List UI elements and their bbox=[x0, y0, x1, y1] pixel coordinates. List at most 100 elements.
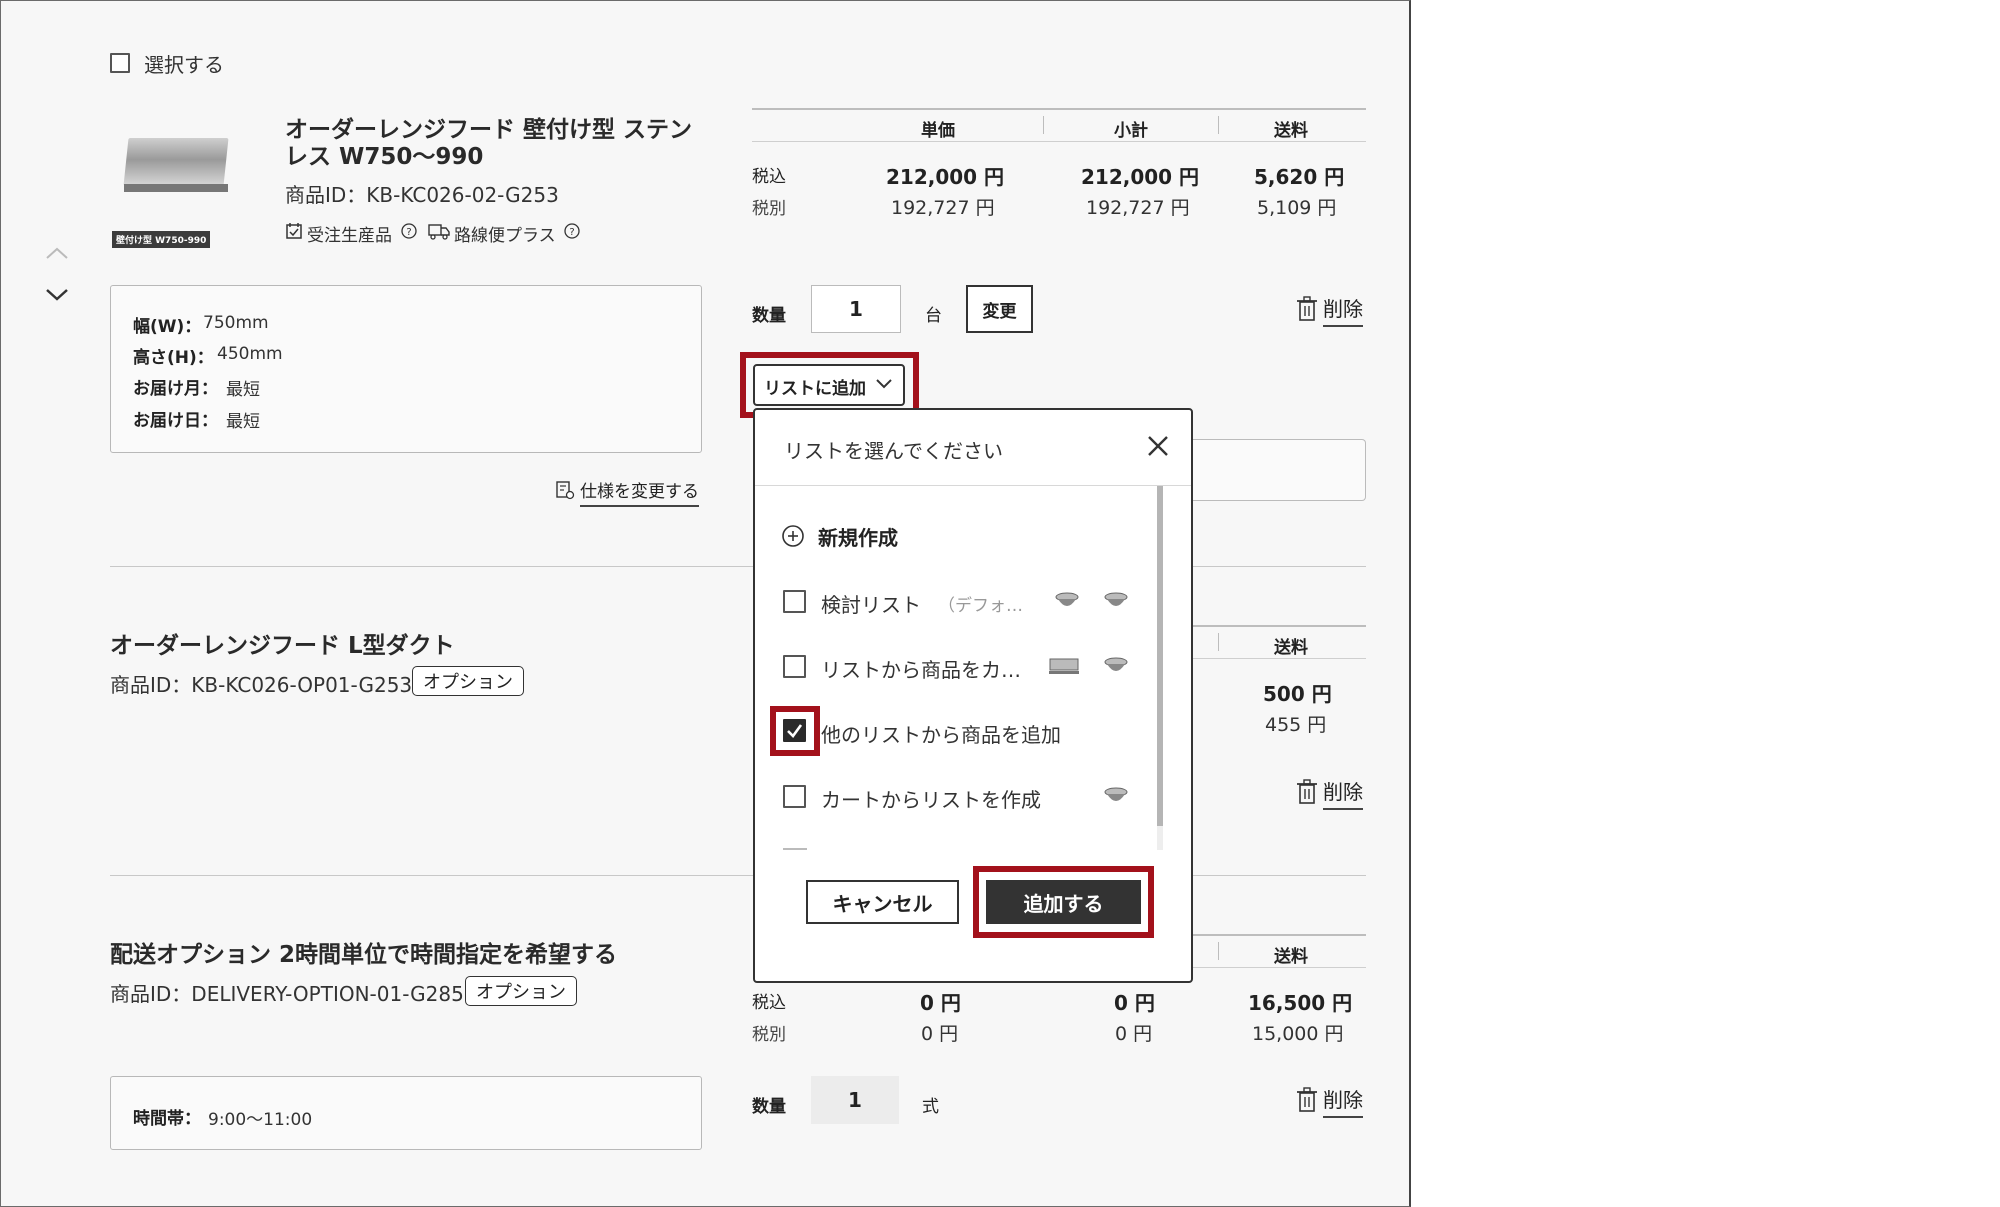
shipping-header: 送料 bbox=[1274, 638, 1308, 658]
list-checkbox[interactable] bbox=[783, 785, 806, 808]
cancel-button[interactable]: キャンセル bbox=[806, 880, 959, 924]
svg-text:?: ? bbox=[406, 227, 411, 238]
truck-icon bbox=[428, 224, 450, 240]
delivery-tag: 路線便プラス bbox=[454, 226, 556, 246]
trash-icon[interactable] bbox=[1296, 779, 1318, 805]
check-icon bbox=[787, 724, 803, 738]
tax-included-label: 税込 bbox=[752, 167, 786, 187]
chevron-down-icon bbox=[876, 379, 892, 389]
unit-price-tax-ex: 192,727 円 bbox=[891, 197, 995, 219]
unit-price-tax-in: 212,000 円 bbox=[886, 165, 1005, 189]
subtotal-header: 小計 bbox=[1114, 121, 1148, 141]
trash-icon[interactable] bbox=[1296, 296, 1318, 322]
column-divider bbox=[1218, 942, 1219, 960]
edit-spec-icon bbox=[556, 481, 575, 500]
option-badge: オプション bbox=[465, 976, 577, 1006]
subtotal-tax-ex: 192,727 円 bbox=[1086, 197, 1190, 219]
price-table-top-border bbox=[752, 108, 1366, 110]
subtotal-tax-in: 0 円 bbox=[1114, 991, 1155, 1015]
chevron-down-icon[interactable] bbox=[44, 287, 70, 303]
unit-price-tax-ex: 0 円 bbox=[921, 1023, 959, 1045]
product-title: 配送オプション 2時間単位で時間指定を希望する bbox=[110, 942, 618, 968]
made-to-order-tag: 受注生産品 bbox=[307, 226, 392, 246]
product-thumb-icon bbox=[1049, 658, 1079, 674]
shipping-tax-in: 5,620 円 bbox=[1254, 165, 1345, 189]
trash-icon[interactable] bbox=[1296, 1087, 1318, 1113]
shipping-tax-in: 500 円 bbox=[1263, 682, 1332, 706]
subtotal-tax-ex: 0 円 bbox=[1115, 1023, 1153, 1045]
unit-price-tax-in: 0 円 bbox=[920, 991, 961, 1015]
hidden-field bbox=[1190, 439, 1366, 501]
price-table-top-border bbox=[1190, 934, 1366, 936]
quantity-display: 1 bbox=[811, 1076, 899, 1124]
spec-value: 750mm bbox=[203, 313, 269, 333]
list-overflow-indicator bbox=[783, 848, 807, 850]
price-table-top-border bbox=[1190, 625, 1366, 627]
quantity-unit: 式 bbox=[922, 1097, 939, 1117]
tax-included-label: 税込 bbox=[752, 993, 786, 1013]
shipping-tax-in: 16,500 円 bbox=[1248, 991, 1353, 1015]
spec-label: 幅(W)： bbox=[133, 317, 202, 337]
popup-title: リストを選んでください bbox=[784, 439, 1003, 463]
spec-value: 最短 bbox=[226, 412, 260, 432]
product-thumbnail[interactable] bbox=[112, 130, 240, 200]
change-quantity-button[interactable]: 変更 bbox=[966, 285, 1033, 333]
close-icon[interactable] bbox=[1146, 434, 1170, 458]
thumbnail-caption: 壁付け型 W750-990 bbox=[112, 231, 211, 248]
product-id: 商品ID：DELIVERY-OPTION-01-G285 bbox=[110, 982, 464, 1006]
product-thumb-icon bbox=[1055, 592, 1079, 606]
plus-circle-icon[interactable] bbox=[781, 524, 805, 548]
list-checkbox[interactable] bbox=[783, 590, 806, 613]
column-divider bbox=[1218, 116, 1219, 134]
select-all-checkbox[interactable] bbox=[110, 53, 130, 73]
product-id: 商品ID：KB-KC026-OP01-G253 bbox=[110, 673, 413, 697]
add-button[interactable]: 追加する bbox=[986, 880, 1141, 924]
shipping-tax-ex: 15,000 円 bbox=[1252, 1023, 1344, 1045]
quantity-label: 数量 bbox=[752, 306, 786, 326]
quantity-unit: 台 bbox=[925, 306, 942, 326]
price-table-header-border bbox=[1190, 658, 1366, 659]
shipping-tax-ex: 455 円 bbox=[1265, 714, 1327, 736]
spec-label: 時間帯： bbox=[133, 1109, 201, 1129]
shipping-header: 送料 bbox=[1274, 121, 1308, 141]
spec-label: お届け日： bbox=[133, 411, 218, 431]
calendar-check-icon bbox=[286, 223, 302, 239]
subtotal-tax-in: 212,000 円 bbox=[1081, 165, 1200, 189]
delete-link[interactable]: 削除 bbox=[1323, 1084, 1363, 1118]
shipping-tax-ex: 5,109 円 bbox=[1257, 197, 1337, 219]
product-thumb-icon bbox=[1104, 592, 1128, 606]
spec-value: 450mm bbox=[217, 344, 283, 364]
list-note: （デフォ… bbox=[938, 596, 1023, 616]
spec-label: お届け月： bbox=[133, 379, 218, 399]
spec-value: 9:00〜11:00 bbox=[208, 1110, 313, 1130]
product-id: 商品ID：KB-KC026-02-G253 bbox=[285, 183, 559, 207]
delete-link[interactable]: 削除 bbox=[1323, 776, 1363, 810]
svg-text:?: ? bbox=[569, 227, 574, 238]
help-icon[interactable]: ? bbox=[563, 222, 581, 240]
list-name[interactable]: 検討リスト bbox=[821, 589, 921, 618]
change-spec-link[interactable]: 仕様を変更する bbox=[580, 477, 699, 507]
add-to-list-label: リストに追加 bbox=[764, 379, 866, 399]
price-table-header-border bbox=[1190, 967, 1366, 968]
scrollbar-thumb[interactable] bbox=[1157, 486, 1163, 826]
new-list-button[interactable]: 新規作成 bbox=[818, 522, 898, 551]
delete-link[interactable]: 削除 bbox=[1323, 293, 1363, 327]
spec-label: 高さ(H)： bbox=[133, 348, 214, 368]
product-title-line2: レス W750〜990 bbox=[285, 144, 484, 170]
list-checkbox[interactable] bbox=[783, 655, 806, 678]
tax-excluded-label: 税別 bbox=[752, 199, 786, 219]
quantity-input[interactable]: 1 bbox=[811, 285, 901, 333]
list-name[interactable]: リストから商品をカ… bbox=[821, 654, 1021, 683]
tax-excluded-label: 税別 bbox=[752, 1025, 786, 1045]
product-thumb-icon bbox=[1104, 657, 1128, 671]
price-table-header-border bbox=[752, 141, 1366, 142]
chevron-up-icon[interactable] bbox=[44, 245, 70, 261]
column-divider bbox=[1218, 633, 1219, 651]
help-icon[interactable]: ? bbox=[400, 222, 418, 240]
product-thumb-icon bbox=[1104, 787, 1128, 801]
column-divider bbox=[1043, 116, 1044, 134]
select-all-label: 選択する bbox=[144, 53, 224, 77]
list-name[interactable]: カートからリストを作成 bbox=[821, 784, 1041, 813]
list-name[interactable]: 他のリストから商品を追加 bbox=[821, 719, 1061, 748]
spec-value: 最短 bbox=[226, 380, 260, 400]
